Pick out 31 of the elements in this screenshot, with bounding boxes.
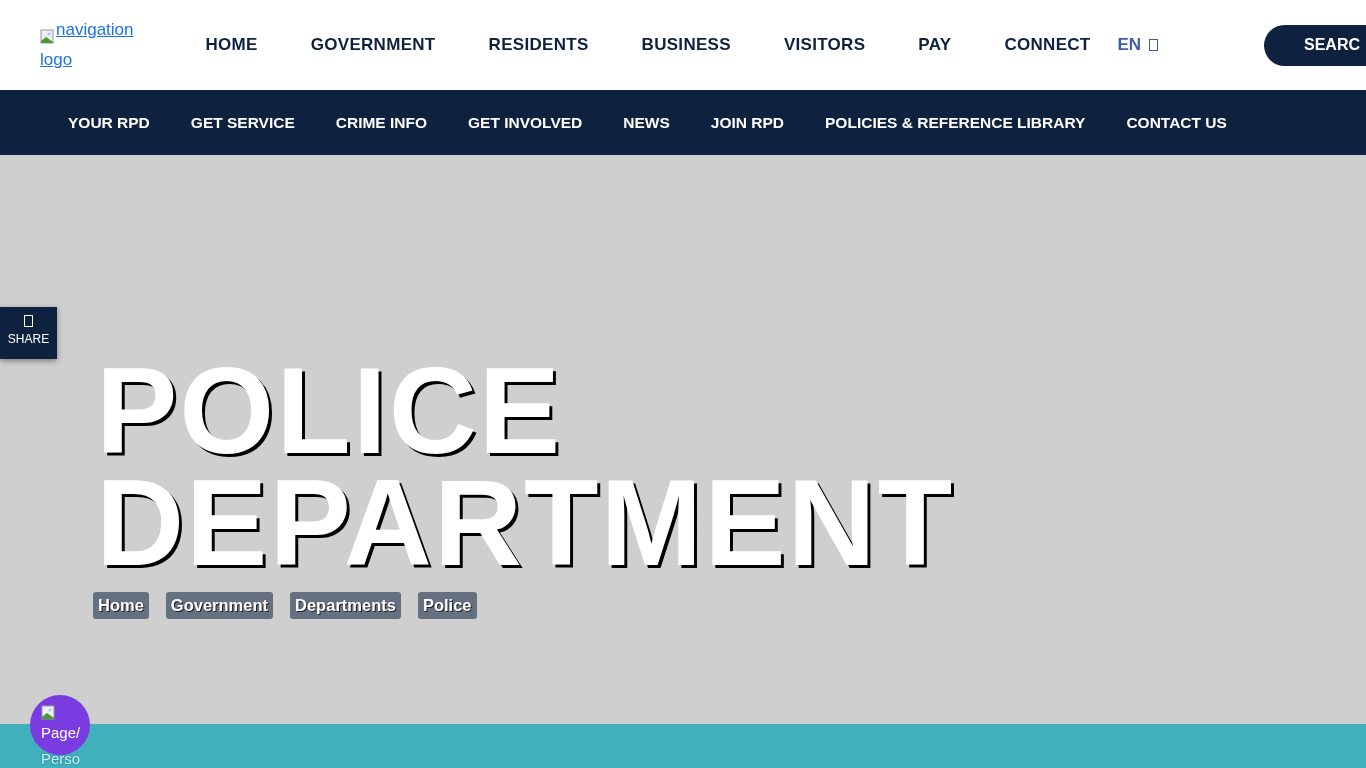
nav-link[interactable]: POLICIES & REFERENCE LIBRARY [825,110,1086,135]
broken-image-icon [40,29,56,45]
nav-link[interactable]: RESIDENTS [488,32,589,58]
breadcrumb-link[interactable]: Government [165,592,274,619]
nav-link[interactable]: GOVERNMENT [310,32,436,58]
logo-link[interactable]: navigation [56,15,134,45]
nav-link[interactable]: CRIME INFO [335,110,428,135]
hero-title: POLICE [96,355,564,467]
broken-image-icon [41,705,57,721]
missing-glyph-icon [1149,39,1159,51]
breadcrumb-link[interactable]: Home [93,592,149,619]
search-button[interactable]: SEARC [1264,24,1366,66]
nav-link[interactable]: VISITORS [783,32,866,58]
logo-link[interactable]: logo [40,45,134,75]
share-button[interactable]: SHARE [0,307,57,359]
hero-title: DEPARTMENT [96,467,956,579]
nav-link[interactable]: GET INVOLVED [468,110,583,135]
missing-glyph-icon [24,315,33,327]
nav-link[interactable]: BUSINESS [641,32,731,58]
breadcrumb-link[interactable]: Departments [290,592,401,619]
nav-link[interactable]: NEWS [623,110,670,135]
nav-link[interactable]: PAY [918,32,952,58]
nav-link[interactable]: CONTACT US [1126,110,1227,135]
nav-link[interactable]: GET SERVICE [190,110,295,135]
language-selector[interactable]: EN [1117,32,1142,58]
nav-link[interactable]: HOME [205,32,258,58]
breadcrumb-link[interactable]: Police [417,592,477,619]
nav-link[interactable]: CONNECT [1004,32,1091,58]
image-alt-text: Page/ [41,723,81,743]
nav-link[interactable]: JOIN RPD [710,110,785,135]
nav-link[interactable]: YOUR RPD [68,110,150,135]
